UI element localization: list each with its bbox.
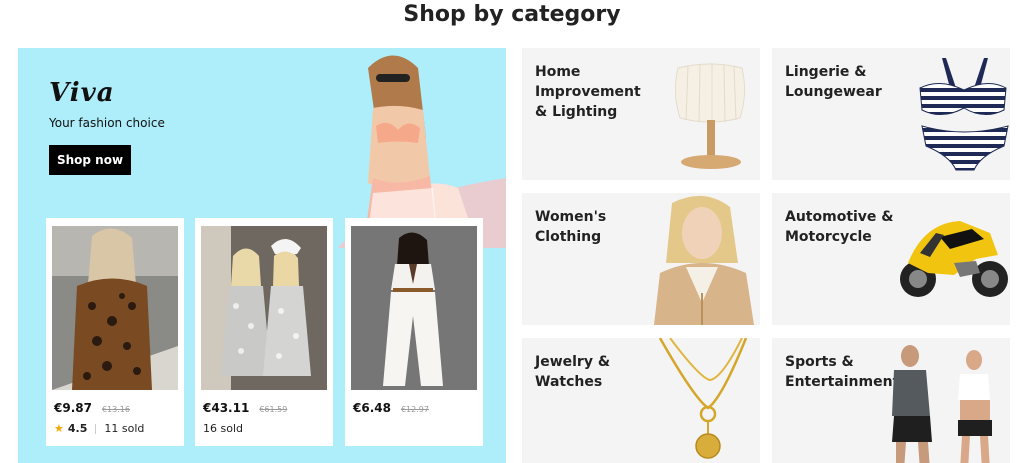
category-sports[interactable]: Sports & Entertainment xyxy=(772,338,1010,463)
leopard-coat-image xyxy=(52,226,178,390)
category-jewelry[interactable]: Jewelry & Watches xyxy=(522,338,760,463)
woman-in-trench-coat-image xyxy=(654,195,754,325)
category-womens-clothing[interactable]: Women's Clothing xyxy=(522,193,760,325)
price-row: €9.87 €13.16 xyxy=(54,401,130,415)
brand-tagline: Your fashion choice xyxy=(49,116,165,130)
sold-count: 11 sold xyxy=(104,422,145,435)
product-card[interactable]: €6.48 €12.97 xyxy=(345,218,483,446)
category-automotive[interactable]: Automotive & Motorcycle xyxy=(772,193,1010,325)
product-price: €9.87 xyxy=(54,401,92,415)
category-lingerie[interactable]: Lingerie & Loungewear xyxy=(772,48,1010,180)
product-meta: 16 sold xyxy=(203,422,243,435)
brand-logo: Viva xyxy=(49,78,115,108)
shop-now-button[interactable]: Shop now xyxy=(49,145,131,175)
price-row: €43.11 €61.59 xyxy=(203,401,287,415)
product-card[interactable]: €43.11 €61.59 16 sold xyxy=(195,218,333,446)
white-jumpsuit-image xyxy=(351,226,477,390)
viva-promo-banner[interactable]: Viva Your fashion choice Shop now €9.87 … xyxy=(18,48,506,463)
runners-image xyxy=(892,345,992,463)
striped-bikini-image xyxy=(919,58,1009,171)
product-price: €6.48 xyxy=(353,401,391,415)
original-price: €61.59 xyxy=(259,405,288,414)
price-row: €6.48 €12.97 xyxy=(353,401,429,415)
category-home-improvement[interactable]: Home Improvement & Lighting xyxy=(522,48,760,180)
product-meta: ★ 4.5 11 sold xyxy=(54,422,144,435)
sequin-outfits-image xyxy=(201,226,327,390)
divider xyxy=(95,423,97,434)
yellow-motorcycle-image xyxy=(900,221,1008,297)
section-title: Shop by category xyxy=(403,2,621,27)
original-price: €13.16 xyxy=(101,405,130,414)
product-rating: 4.5 xyxy=(67,422,88,435)
star-icon: ★ xyxy=(54,422,64,435)
original-price: €12.97 xyxy=(400,405,429,414)
product-card[interactable]: €9.87 €13.16 ★ 4.5 11 sold xyxy=(46,218,184,446)
sold-count: 16 sold xyxy=(203,422,243,435)
table-lamp-image xyxy=(674,63,746,169)
product-price: €43.11 xyxy=(203,401,250,415)
gold-necklace-image xyxy=(658,338,748,459)
